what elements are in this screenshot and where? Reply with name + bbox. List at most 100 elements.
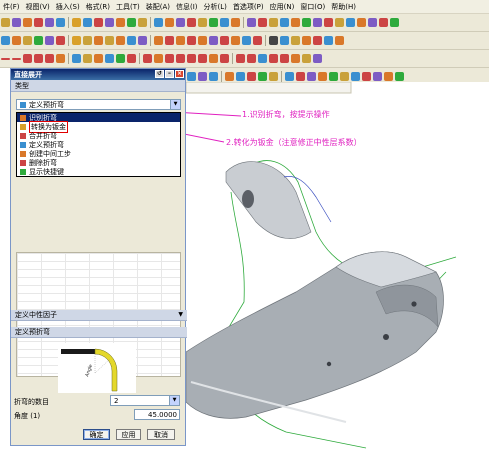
chevron-down-icon[interactable]: ▼ <box>170 100 180 109</box>
toolbar-icon[interactable] <box>269 54 278 63</box>
toolbar-icon[interactable] <box>313 36 322 45</box>
toolbar-icon[interactable] <box>231 18 240 27</box>
toolbar-icon[interactable] <box>351 72 360 81</box>
toolbar-icon[interactable] <box>395 72 404 81</box>
toolbar-icon[interactable] <box>154 54 163 63</box>
toolbar-icon[interactable] <box>56 36 65 45</box>
toolbar-icon[interactable] <box>165 54 174 63</box>
toolbar-icon[interactable] <box>269 72 278 81</box>
toolbar-icon[interactable] <box>280 36 289 45</box>
chevron-down-icon[interactable]: ▼ <box>169 396 179 405</box>
cancel-button[interactable]: 取消 <box>147 429 175 440</box>
toolbar-icon[interactable] <box>368 18 377 27</box>
toolbar-icon[interactable] <box>143 54 152 63</box>
toolbar-icon[interactable] <box>335 18 344 27</box>
toolbar-icon[interactable] <box>138 18 147 27</box>
toolbar-icon[interactable] <box>209 36 218 45</box>
menu-view[interactable]: 视图(V) <box>23 2 53 12</box>
toolbar-icon[interactable] <box>34 36 43 45</box>
minimize-icon[interactable]: – <box>165 70 174 78</box>
toolbar-icon[interactable] <box>247 18 256 27</box>
chevron-down-icon[interactable]: ▼ <box>178 311 183 318</box>
toolbar-icon[interactable] <box>176 18 185 27</box>
spline-icon[interactable] <box>34 54 43 63</box>
toolbar-icon[interactable] <box>127 54 136 63</box>
toolbar-icon[interactable] <box>269 36 278 45</box>
toolbar-icon[interactable] <box>83 18 92 27</box>
bend-count-dropdown[interactable]: 2 ▼ <box>110 395 180 406</box>
toolbar-icon[interactable] <box>94 54 103 63</box>
toolbar-icon[interactable] <box>220 36 229 45</box>
toolbar-icon[interactable] <box>1 18 10 27</box>
toolbar-icon[interactable] <box>12 18 21 27</box>
rectangle-icon[interactable] <box>45 54 54 63</box>
toolbar-icon[interactable] <box>258 54 267 63</box>
toolbar-icon[interactable] <box>379 18 388 27</box>
toolbar-icon[interactable] <box>23 18 32 27</box>
ok-button[interactable]: 确定 <box>83 429 110 440</box>
toolbar-icon[interactable] <box>105 36 114 45</box>
toolbar-icon[interactable] <box>127 36 136 45</box>
toolbar-icon[interactable] <box>324 36 333 45</box>
toolbar-icon[interactable] <box>176 54 185 63</box>
menu-file[interactable]: 件(F) <box>0 2 23 12</box>
menu-insert[interactable]: 插入(S) <box>53 2 83 12</box>
arc-icon[interactable] <box>23 54 32 63</box>
toolbar-icon[interactable] <box>72 36 81 45</box>
toolbar-icon[interactable] <box>357 18 366 27</box>
menu-application[interactable]: 应用(N) <box>267 2 298 12</box>
toolbar-icon[interactable] <box>346 18 355 27</box>
toolbar-icon[interactable] <box>258 18 267 27</box>
toolbar-icon[interactable] <box>313 54 322 63</box>
toolbar-icon[interactable] <box>280 18 289 27</box>
toolbar-icon[interactable] <box>105 18 114 27</box>
toolbar-icon[interactable] <box>94 18 103 27</box>
neutral-factor-section-header[interactable]: 定义中性因子 ▼ <box>11 310 187 321</box>
toolbar-icon[interactable] <box>291 36 300 45</box>
type-dropdown[interactable]: 定义预折弯 ▼ <box>16 99 181 110</box>
toolbar-icon[interactable] <box>23 36 32 45</box>
toolbar-icon[interactable] <box>335 36 344 45</box>
toolbar-icon[interactable] <box>116 54 125 63</box>
menu-info[interactable]: 信息(I) <box>173 2 201 12</box>
menu-window[interactable]: 窗口(O) <box>297 2 328 12</box>
toolbar-icon[interactable] <box>198 18 207 27</box>
toolbar-icon[interactable] <box>258 72 267 81</box>
toolbar-icon[interactable] <box>12 36 21 45</box>
toolbar-icon[interactable] <box>209 18 218 27</box>
toolbar-icon[interactable] <box>187 72 196 81</box>
toolbar-icon[interactable] <box>105 54 114 63</box>
toolbar-icon[interactable] <box>83 54 92 63</box>
toolbar-icon[interactable] <box>280 54 289 63</box>
toolbar-icon[interactable] <box>45 18 54 27</box>
toolbar-icon[interactable] <box>127 18 136 27</box>
toolbar-icon[interactable] <box>362 72 371 81</box>
toolbar-icon[interactable] <box>236 54 245 63</box>
toolbar-icon[interactable] <box>324 18 333 27</box>
toolbar-icon[interactable] <box>154 36 163 45</box>
toolbar-icon[interactable] <box>72 18 81 27</box>
toolbar-icon[interactable] <box>225 72 234 81</box>
list-item-show-shortcuts[interactable]: 显示快捷键 <box>17 167 180 176</box>
toolbar-icon[interactable] <box>45 36 54 45</box>
toolbar-icon[interactable] <box>313 18 322 27</box>
toolbar-icon[interactable] <box>154 18 163 27</box>
line-icon[interactable] <box>12 57 21 60</box>
close-icon[interactable]: × <box>175 70 184 78</box>
toolbar-icon[interactable] <box>242 36 251 45</box>
toolbar-icon[interactable] <box>390 18 399 27</box>
toolbar-icon[interactable] <box>220 18 229 27</box>
toolbar-icon[interactable] <box>247 54 256 63</box>
toolbar-icon[interactable] <box>296 72 305 81</box>
toolbar-icon[interactable] <box>56 18 65 27</box>
toolbar-icon[interactable] <box>302 36 311 45</box>
toolbar-icon[interactable] <box>247 72 256 81</box>
toolbar-icon[interactable] <box>302 54 311 63</box>
toolbar-icon[interactable] <box>340 72 349 81</box>
apply-button[interactable]: 应用 <box>116 429 141 440</box>
toolbar-icon[interactable] <box>56 54 65 63</box>
toolbar-icon[interactable] <box>329 72 338 81</box>
reset-icon[interactable]: ↺ <box>155 70 164 78</box>
selection-bar[interactable] <box>185 81 352 94</box>
toolbar-icon[interactable] <box>1 36 10 45</box>
